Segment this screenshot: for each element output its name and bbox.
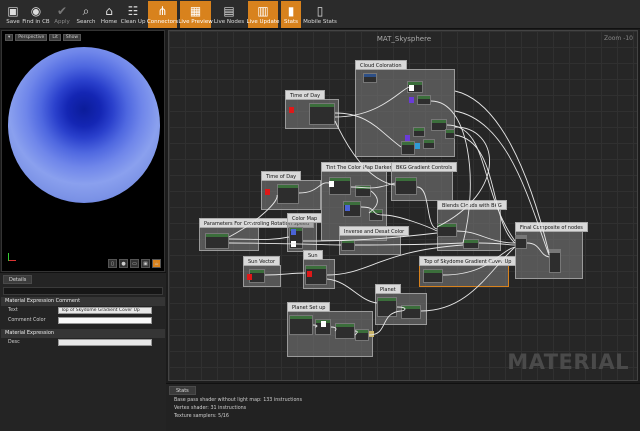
sphere-icon[interactable]: ●	[119, 259, 128, 268]
apply-icon: ✔	[56, 3, 68, 18]
connectors-icon: ⋔	[157, 3, 168, 18]
cylinder-icon[interactable]: ▯	[108, 259, 117, 268]
stats-button[interactable]: ▮ Stats	[281, 1, 301, 28]
material-graph-canvas[interactable]: MAT_Skysphere Zoom -10 Cloud Coloration …	[168, 30, 638, 381]
details-panel: Details Material Expression Comment Text…	[0, 272, 166, 431]
comment-color-label: Comment Color	[8, 318, 46, 323]
plane-icon[interactable]: ▭	[130, 259, 139, 268]
search-button[interactable]: ⌕ Search	[75, 1, 97, 28]
viewport-options-button[interactable]: ▾	[5, 34, 14, 41]
live-preview-icon: ▦	[189, 3, 202, 18]
clean-up-button[interactable]: ☷ Clean Up	[121, 1, 146, 28]
live-update-icon: ▥	[257, 3, 269, 18]
toolbar: ▣ Save ◉ Find in CB ✔ Apply ⌕ Search ⌂ H…	[0, 0, 640, 29]
save-button[interactable]: ▣ Save	[3, 1, 23, 28]
section-material-expression-comment[interactable]: Material Expression Comment	[1, 297, 165, 306]
teapot-icon[interactable]: ☕	[152, 259, 161, 268]
connectors-button[interactable]: ⋔ Connectors	[147, 1, 178, 28]
stats-panel: Stats Base pass shader without light map…	[166, 383, 640, 431]
text-label: Text	[8, 308, 18, 313]
material-watermark: MATERIAL	[507, 350, 629, 374]
perspective-button[interactable]: Perspective	[15, 34, 48, 41]
viewport-toolbar: ▾ Perspective Lit Show	[5, 34, 82, 41]
clean-up-icon: ☷	[127, 3, 139, 18]
preview-sphere	[8, 47, 160, 203]
home-icon: ⌂	[105, 3, 113, 18]
desc-label: Desc	[8, 340, 20, 345]
live-preview-button[interactable]: ▦ Live Preview	[178, 1, 213, 28]
lit-button[interactable]: Lit	[49, 34, 61, 41]
show-button[interactable]: Show	[62, 34, 82, 41]
search-icon: ⌕	[82, 3, 90, 18]
home-button[interactable]: ⌂ Home	[99, 1, 119, 28]
find-in-cb-button[interactable]: ◉ Find in CB	[22, 1, 49, 28]
comment-color-swatch[interactable]	[58, 317, 152, 324]
live-nodes-button[interactable]: ▤ Live Nodes	[214, 1, 244, 28]
live-nodes-icon: ▤	[223, 3, 235, 18]
find-icon: ◉	[30, 3, 42, 18]
mobile-stats-button[interactable]: ▯ Mobile Stats	[303, 1, 337, 28]
mobile-stats-icon: ▯	[316, 3, 324, 18]
stats-tab[interactable]: Stats	[169, 386, 196, 395]
apply-button[interactable]: ✔ Apply	[52, 1, 72, 28]
details-tab[interactable]: Details	[3, 275, 33, 284]
stats-line: Vertex shader: 31 instructions	[174, 406, 247, 411]
stats-icon: ▮	[287, 3, 295, 18]
cube-icon[interactable]: ▣	[141, 259, 150, 268]
text-field[interactable]: Top of Skydome Gradient Cover Up	[58, 307, 152, 314]
node-wires	[228, 86, 550, 336]
section-material-expression[interactable]: Material Expression	[1, 329, 165, 338]
axis-x-indicator	[8, 260, 16, 261]
details-search-input[interactable]	[3, 287, 163, 295]
stats-line: Texture samplers: 5/16	[174, 414, 229, 419]
preview-shape-buttons: ▯ ● ▭ ▣ ☕	[108, 259, 161, 268]
save-icon: ▣	[7, 3, 19, 18]
material-preview-viewport[interactable]: ▾ Perspective Lit Show ▯ ● ▭ ▣ ☕	[1, 30, 165, 272]
live-update-button[interactable]: ▥ Live Update	[247, 1, 279, 28]
desc-field[interactable]	[58, 339, 152, 346]
axis-y-indicator	[8, 253, 9, 261]
stats-line: Base pass shader without light map: 133 …	[174, 398, 302, 403]
